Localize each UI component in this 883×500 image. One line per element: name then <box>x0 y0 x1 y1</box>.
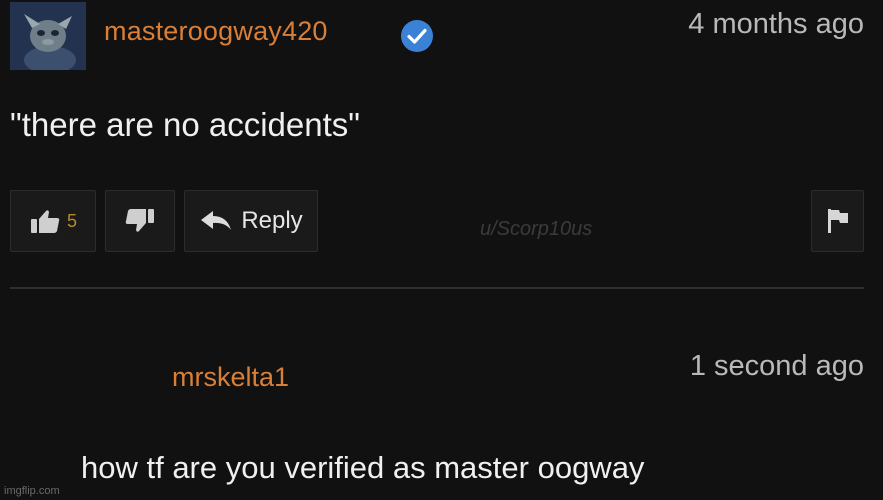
comment-timestamp: 4 months ago <box>688 8 864 40</box>
comment-text: "there are no accidents" <box>10 106 360 143</box>
watermark-text: u/Scorp10us <box>480 218 593 240</box>
comment-thread: masteroogway420 4 months ago "there are … <box>0 0 883 500</box>
reply-text: how tf are you verified as master oogway <box>81 450 645 485</box>
flag-icon <box>827 209 848 233</box>
like-count: 5 <box>66 210 77 231</box>
credit-text: imgflip.com <box>4 485 60 497</box>
avatar[interactable] <box>10 2 86 70</box>
thumbs-up-icon <box>30 210 60 233</box>
verified-check-icon <box>401 20 433 52</box>
comment-author-link[interactable]: masteroogway420 <box>104 16 328 47</box>
like-button[interactable]: 5 <box>10 190 96 252</box>
comment-divider <box>10 287 864 289</box>
reply-timestamp: 1 second ago <box>689 350 864 382</box>
reply-label: Reply <box>241 207 303 234</box>
reply-button[interactable]: Reply <box>184 190 318 252</box>
thumbs-down-icon <box>125 209 154 232</box>
avatar-image <box>10 2 86 70</box>
reply-arrow-icon <box>201 211 232 230</box>
reply-author-link[interactable]: mrskelta1 <box>172 362 289 393</box>
flag-button[interactable] <box>811 190 864 252</box>
dislike-button[interactable] <box>105 190 175 252</box>
